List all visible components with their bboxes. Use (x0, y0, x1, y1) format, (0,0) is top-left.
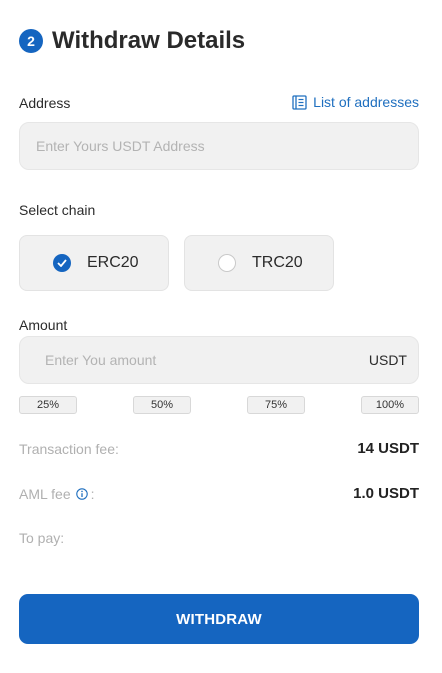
amount-unit: USDT (368, 352, 407, 368)
to-pay-label: To pay: (19, 530, 65, 546)
info-icon[interactable] (75, 487, 88, 500)
preset-25-button[interactable]: 25% (19, 396, 77, 414)
aml-fee-colon: : (90, 485, 95, 502)
address-field (19, 122, 419, 170)
aml-fee-label: AML fee (19, 485, 71, 502)
list-of-addresses-link[interactable]: List of addresses (292, 94, 419, 110)
chain-option-label: TRC20 (252, 254, 303, 271)
transaction-fee-row: Transaction fee: 14 USDT (19, 440, 419, 457)
to-pay-row: To pay: (19, 530, 419, 546)
aml-fee-label-group: AML fee : (19, 486, 95, 502)
section-header: 2 Withdraw Details (19, 27, 245, 55)
page-title: Withdraw Details (52, 27, 246, 54)
address-input[interactable] (36, 123, 418, 169)
transaction-fee-label: Transaction fee: (19, 440, 119, 457)
chain-option-label: ERC20 (87, 254, 139, 271)
check-circle-icon (53, 254, 71, 272)
amount-input[interactable] (45, 337, 369, 383)
transaction-fee-value: 14 USDT (357, 440, 419, 457)
step-badge: 2 (19, 29, 43, 53)
list-of-addresses-label: List of addresses (313, 94, 419, 110)
preset-50-button[interactable]: 50% (133, 396, 191, 414)
withdraw-button[interactable]: WITHDRAW (19, 594, 419, 644)
amount-label: Amount (19, 317, 68, 333)
address-label: Address (19, 95, 71, 111)
select-chain-label: Select chain (19, 202, 96, 218)
aml-fee-row: AML fee : 1.0 USDT (19, 485, 419, 502)
aml-fee-value: 1.0 USDT (353, 485, 419, 502)
chain-option-erc20[interactable]: ERC20 (19, 235, 169, 291)
list-icon (292, 94, 307, 110)
preset-100-button[interactable]: 100% (361, 396, 419, 414)
radio-empty-icon (218, 254, 236, 272)
chain-option-trc20[interactable]: TRC20 (184, 235, 334, 291)
amount-field: USDT (19, 336, 419, 384)
preset-75-button[interactable]: 75% (247, 396, 305, 414)
